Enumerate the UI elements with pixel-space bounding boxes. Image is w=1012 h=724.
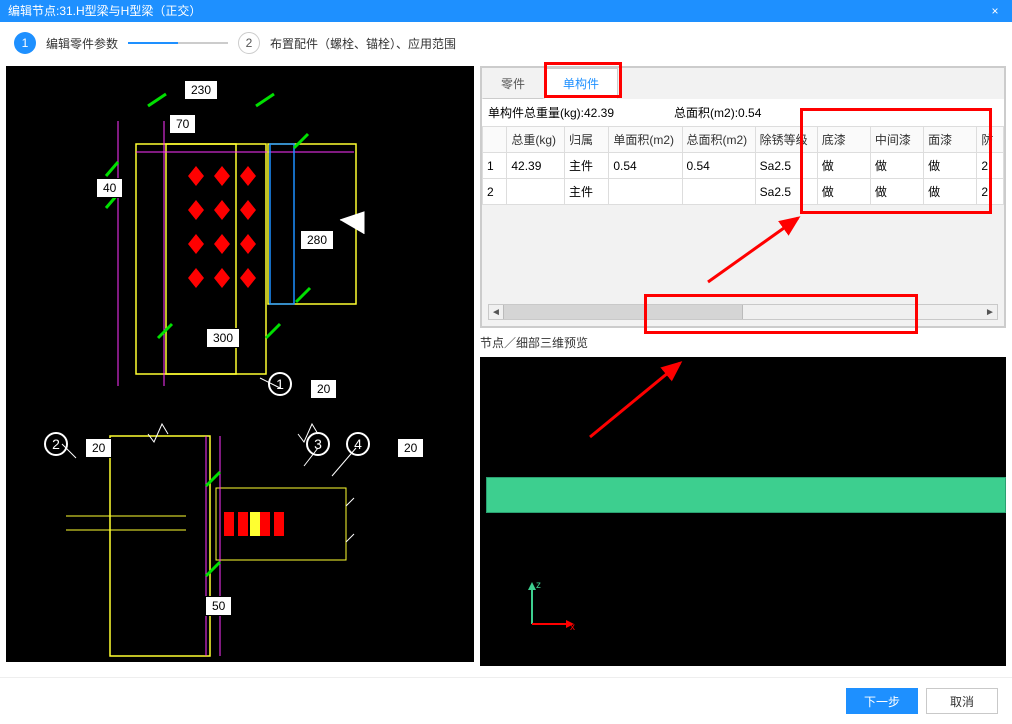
tab-bar: 零件 单构件 bbox=[482, 68, 1004, 99]
dim-230: 230 bbox=[184, 80, 218, 100]
th-fire: 防 bbox=[977, 127, 1004, 153]
preview-title: 节点／细部三维预览 bbox=[480, 332, 1006, 353]
marker-4: 4 bbox=[346, 432, 370, 456]
table-row[interactable]: 1 42.39 主件 0.54 0.54 Sa2.5 做 做 做 2. bbox=[483, 153, 1004, 179]
cell-belong[interactable]: 主件 bbox=[565, 153, 609, 179]
dim-40: 40 bbox=[96, 178, 123, 198]
dim-280: 280 bbox=[300, 230, 334, 250]
step-connector bbox=[128, 42, 228, 44]
axis-x-label: x bbox=[570, 622, 575, 633]
step-2-label: 布置配件（螺栓、锚栓）、应用范围 bbox=[270, 35, 456, 52]
dim-70: 70 bbox=[169, 114, 196, 134]
dim-20c: 20 bbox=[397, 438, 424, 458]
th-total-area: 总面积(m2) bbox=[682, 127, 755, 153]
drawing-svg bbox=[6, 66, 474, 662]
th-rust: 除锈等级 bbox=[755, 127, 817, 153]
scroll-thumb[interactable] bbox=[503, 305, 743, 319]
title-bar: 编辑节点:31.H型梁与H型梁（正交） × bbox=[0, 0, 1012, 22]
cell-weight[interactable] bbox=[507, 179, 565, 205]
cell-idx: 1 bbox=[483, 153, 507, 179]
cell-belong[interactable]: 主件 bbox=[565, 179, 609, 205]
cell-ta[interactable]: 0.54 bbox=[682, 153, 755, 179]
dim-20a: 20 bbox=[310, 379, 337, 399]
step-1-circle[interactable]: 1 bbox=[14, 32, 36, 54]
cell-fire[interactable]: 2. bbox=[977, 153, 1004, 179]
marker-2: 2 bbox=[44, 432, 68, 456]
cell-primer[interactable]: 做 bbox=[817, 179, 870, 205]
properties-panel: 零件 单构件 单构件总重量(kg):42.39 总面积(m2):0.54 总重(… bbox=[480, 66, 1006, 328]
scroll-right-arrow[interactable]: ► bbox=[983, 307, 997, 318]
window-title: 编辑节点:31.H型梁与H型梁（正交） bbox=[8, 0, 201, 22]
cell-idx: 2 bbox=[483, 179, 507, 205]
cell-top[interactable]: 做 bbox=[924, 179, 977, 205]
th-topcoat: 面漆 bbox=[924, 127, 977, 153]
th-weight: 总重(kg) bbox=[507, 127, 565, 153]
scroll-left-arrow[interactable]: ◄ bbox=[489, 307, 503, 318]
axis-z-label: z bbox=[536, 580, 541, 591]
step-1-label: 编辑零件参数 bbox=[46, 35, 118, 52]
marker-1: 1 bbox=[268, 372, 292, 396]
cell-ta[interactable] bbox=[682, 179, 755, 205]
next-button[interactable]: 下一步 bbox=[846, 688, 918, 714]
scroll-track[interactable] bbox=[503, 305, 983, 319]
cell-fire[interactable]: 2. bbox=[977, 179, 1004, 205]
summary-weight: 单构件总重量(kg):42.39 bbox=[488, 104, 614, 121]
dim-300: 300 bbox=[206, 328, 240, 348]
th-idx bbox=[483, 127, 507, 153]
marker-3: 3 bbox=[306, 432, 330, 456]
beam-3d bbox=[486, 477, 1006, 513]
drawing-canvas[interactable]: 230 70 40 280 300 20 20 20 50 1 2 3 4 bbox=[6, 66, 474, 662]
th-single-area: 单面积(m2) bbox=[609, 127, 682, 153]
tab-part[interactable]: 零件 bbox=[482, 68, 544, 99]
right-column: 零件 单构件 单构件总重量(kg):42.39 总面积(m2):0.54 总重(… bbox=[480, 66, 1006, 666]
dim-50: 50 bbox=[205, 596, 232, 616]
summary-row: 单构件总重量(kg):42.39 总面积(m2):0.54 bbox=[482, 99, 1004, 126]
cell-top[interactable]: 做 bbox=[924, 153, 977, 179]
step-header: 1 编辑零件参数 2 布置配件（螺栓、锚栓）、应用范围 bbox=[0, 22, 1012, 66]
cell-rust[interactable]: Sa2.5 bbox=[755, 179, 817, 205]
cell-sa[interactable] bbox=[609, 179, 682, 205]
tab-single-component[interactable]: 单构件 bbox=[544, 68, 618, 99]
th-belong: 归属 bbox=[565, 127, 609, 153]
cell-sa[interactable]: 0.54 bbox=[609, 153, 682, 179]
horizontal-scrollbar[interactable]: ◄ ► bbox=[488, 304, 998, 320]
table-row[interactable]: 2 主件 Sa2.5 做 做 做 2. bbox=[483, 179, 1004, 205]
footer-bar: 下一步 取消 bbox=[0, 677, 1012, 724]
th-primer: 底漆 bbox=[817, 127, 870, 153]
component-table[interactable]: 总重(kg) 归属 单面积(m2) 总面积(m2) 除锈等级 底漆 中间漆 面漆… bbox=[482, 126, 1004, 205]
cell-weight[interactable]: 42.39 bbox=[507, 153, 565, 179]
summary-area: 总面积(m2):0.54 bbox=[674, 104, 761, 121]
main-area: 230 70 40 280 300 20 20 20 50 1 2 3 4 零件… bbox=[0, 66, 1012, 666]
dim-20b: 20 bbox=[85, 438, 112, 458]
cell-mid[interactable]: 做 bbox=[870, 179, 923, 205]
cell-rust[interactable]: Sa2.5 bbox=[755, 153, 817, 179]
step-2-circle[interactable]: 2 bbox=[238, 32, 260, 54]
axis-gizmo: z x bbox=[520, 576, 580, 636]
cell-primer[interactable]: 做 bbox=[817, 153, 870, 179]
close-button[interactable]: × bbox=[986, 0, 1004, 22]
cancel-button[interactable]: 取消 bbox=[926, 688, 998, 714]
th-midcoat: 中间漆 bbox=[870, 127, 923, 153]
table-header: 总重(kg) 归属 单面积(m2) 总面积(m2) 除锈等级 底漆 中间漆 面漆… bbox=[483, 127, 1004, 153]
cell-mid[interactable]: 做 bbox=[870, 153, 923, 179]
preview-3d-viewport[interactable]: z x bbox=[480, 357, 1006, 666]
